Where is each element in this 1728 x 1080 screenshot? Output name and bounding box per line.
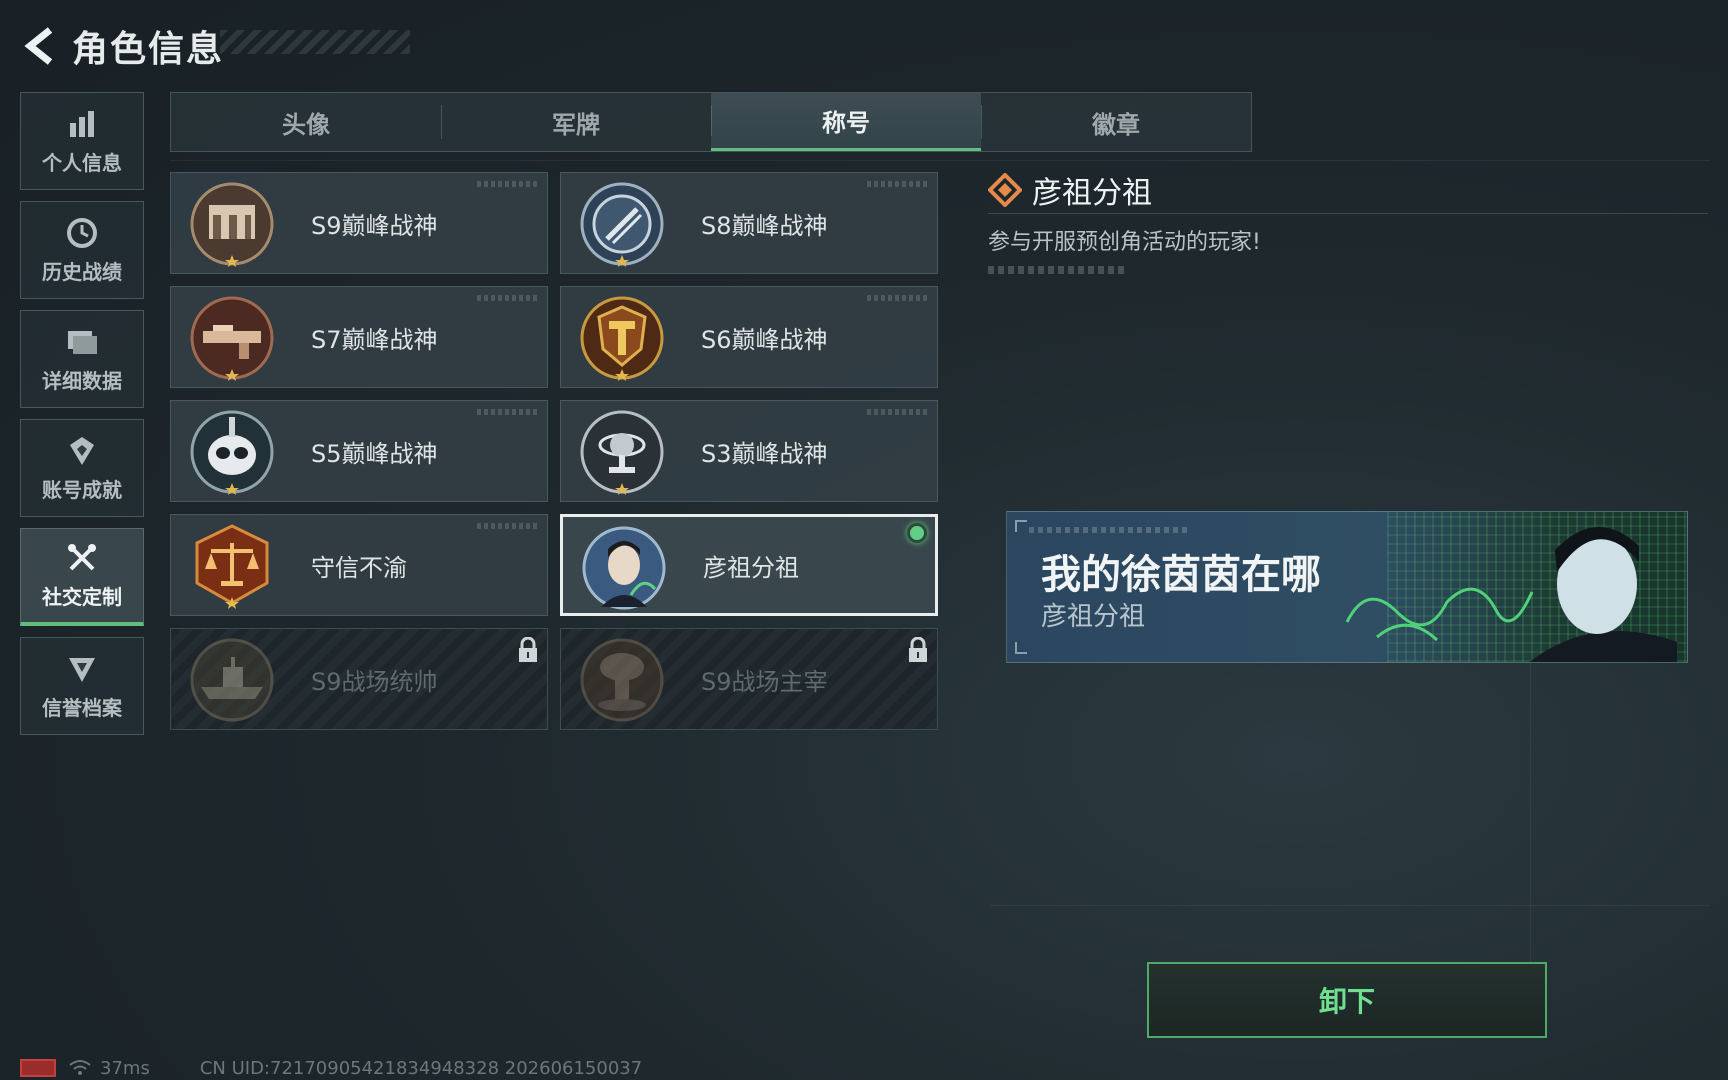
s3-emblem-icon (580, 410, 664, 495)
card-decoration (477, 295, 537, 301)
equipped-indicator (907, 523, 927, 543)
title-card-yanzu[interactable]: 彦祖分祖 (560, 514, 938, 616)
preview-sub-text: 彦祖分祖 (1041, 602, 1146, 632)
tab-title[interactable]: 称号 (711, 93, 981, 151)
page-title: 角色信息 (72, 29, 225, 70)
bar-chart-icon (65, 107, 99, 141)
title-card-s7[interactable]: S7巅峰战神 (170, 286, 548, 388)
tab-dog-tag[interactable]: 军牌 (441, 93, 711, 151)
tab-avatar[interactable]: 头像 (171, 93, 441, 151)
title-label: S9战场统帅 (311, 667, 438, 696)
corner-bracket (1015, 642, 1027, 654)
mushroom-cloud-emblem-icon (580, 638, 664, 722)
card-decoration (867, 181, 927, 187)
wifi-icon (69, 1060, 91, 1075)
sidebar-item-label: 历史战绩 (42, 259, 122, 284)
s9-emblem-icon (190, 182, 274, 267)
battery-low-icon (20, 1059, 56, 1077)
unequip-button[interactable]: 卸下 (1147, 962, 1547, 1038)
ping-value: 37ms (100, 1057, 150, 1079)
sidebar-item-detailed-data[interactable]: 详细数据 (20, 310, 144, 408)
uid-text: CN UID:7217090542183494832​8 20260615003… (199, 1057, 643, 1079)
history-clock-icon (65, 216, 99, 250)
sidebar-item-personal-info[interactable]: 个人信息 (20, 92, 144, 190)
achievement-icon (65, 434, 99, 468)
title-label: S3巅峰战神 (701, 439, 828, 468)
diamond-title-icon (988, 172, 1022, 207)
sidebar-item-label: 个人信息 (42, 150, 122, 175)
tab-badge[interactable]: 徽章 (981, 93, 1251, 151)
title-label: S5巅峰战神 (311, 439, 438, 468)
title-card-integrity[interactable]: 守信不渝 (170, 514, 548, 616)
title-label: 守信不渝 (311, 553, 407, 582)
card-decoration (867, 409, 927, 415)
sidebar-item-label: 详细数据 (42, 368, 122, 393)
scales-emblem-icon (195, 524, 269, 609)
detail-code-decoration (988, 266, 1124, 274)
grid-line (170, 160, 1710, 161)
grid-line (990, 905, 1710, 906)
title-card-s6[interactable]: S6巅峰战神 (560, 286, 938, 388)
warship-emblem-icon (190, 638, 274, 722)
title-decoration (220, 30, 410, 54)
title-label: 彦祖分祖 (703, 553, 799, 582)
folder-icon (65, 325, 99, 359)
title-label: S7巅峰战神 (311, 325, 438, 354)
sidebar-item-social-custom[interactable]: 社交定制 (20, 528, 144, 626)
title-label: S9战场主宰 (701, 667, 828, 696)
sidebar: 个人信息 历史战绩 详细数据 账号成就 社交定制 信誉档案 (20, 92, 144, 746)
title-detail-panel: 彦祖分祖 参与开服预创角活动的玩家! (988, 170, 1708, 274)
lock-icon (519, 637, 537, 662)
portrait-emblem-icon (582, 526, 666, 610)
back-button[interactable] (20, 24, 60, 68)
lock-icon (909, 637, 927, 662)
card-decoration (477, 523, 537, 529)
sidebar-item-credit[interactable]: 信誉档案 (20, 637, 144, 735)
tab-bar: 头像 军牌 称号 徽章 (170, 92, 1252, 152)
title-card-s9-dominator[interactable]: S9战场主宰 (560, 628, 938, 730)
status-bar: 37ms CN UID:7217090542183494832​8 202606… (20, 1056, 642, 1080)
sidebar-item-achievements[interactable]: 账号成就 (20, 419, 144, 517)
title-label: S8巅峰战神 (701, 211, 828, 240)
card-decoration (477, 409, 537, 415)
corner-bracket (1015, 520, 1027, 532)
tools-icon (65, 541, 99, 575)
card-decoration (867, 295, 927, 301)
sidebar-item-history[interactable]: 历史战绩 (20, 201, 144, 299)
back-arrow-icon (24, 27, 53, 65)
sidebar-item-label: 信誉档案 (42, 695, 122, 720)
credit-shield-icon (65, 652, 99, 686)
header: 角色信息 (20, 18, 224, 74)
s7-emblem-icon (190, 296, 274, 381)
title-label: S9巅峰战神 (311, 211, 438, 240)
title-card-s8[interactable]: S8巅峰战神 (560, 172, 938, 274)
title-preview-banner: 我的徐茵茵在哪 彦祖分祖 (1006, 511, 1688, 663)
s8-emblem-icon (580, 182, 664, 267)
card-decoration (477, 181, 537, 187)
sidebar-item-label: 账号成就 (42, 477, 122, 502)
title-card-s5[interactable]: S5巅峰战神 (170, 400, 548, 502)
title-card-s9[interactable]: S9巅峰战神 (170, 172, 548, 274)
s5-emblem-icon (190, 410, 274, 495)
title-label: S6巅峰战神 (701, 325, 828, 354)
grid-line (1530, 600, 1531, 1020)
detail-title: 彦祖分祖 (1032, 175, 1152, 211)
s6-emblem-icon (580, 296, 664, 381)
title-card-s3[interactable]: S3巅峰战神 (560, 400, 938, 502)
detail-description: 参与开服预创角活动的玩家! (988, 230, 1261, 255)
portrait-graphic (1529, 526, 1677, 662)
preview-code-decoration (1029, 527, 1189, 533)
detail-header: 彦祖分祖 (988, 170, 1708, 214)
preview-main-text: 我的徐茵茵在哪 (1041, 552, 1321, 598)
sidebar-item-label: 社交定制 (42, 585, 122, 609)
title-card-s9-commander[interactable]: S9战场统帅 (170, 628, 548, 730)
